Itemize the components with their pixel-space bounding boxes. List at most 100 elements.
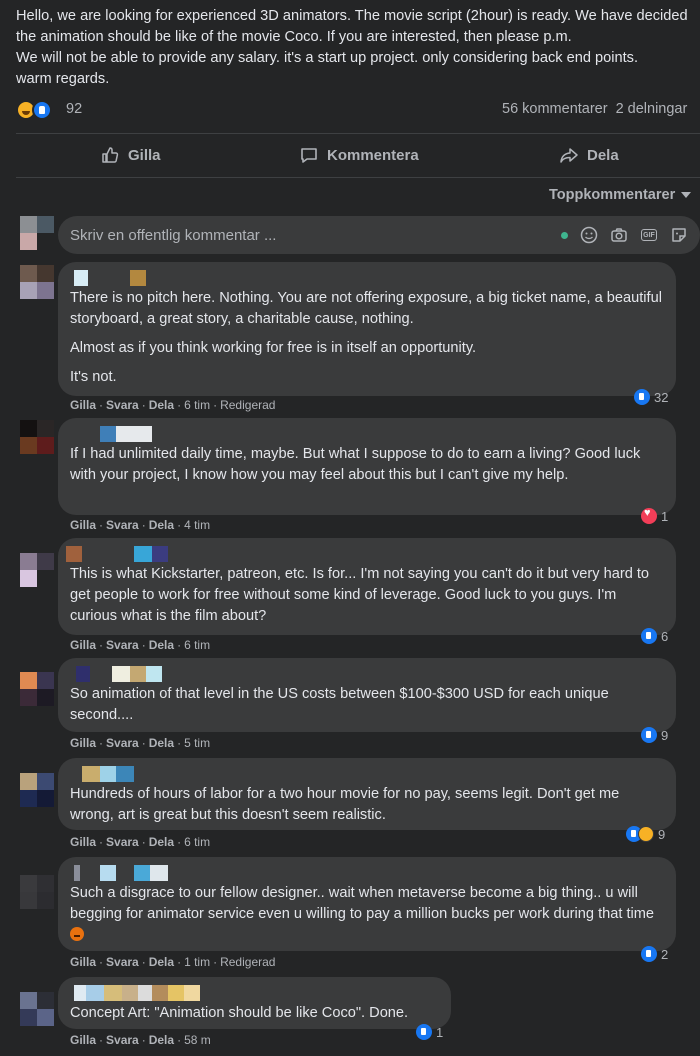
- chevron-down-icon: [681, 192, 692, 198]
- comment-paragraph: This is what Kickstarter, patreon, etc. …: [70, 566, 650, 624]
- comment-bubble[interactable]: Concept Art: "Animation should be like C…: [58, 977, 451, 1029]
- comment-bubble[interactable]: Such a disgrace to our fellow designer..…: [58, 857, 676, 951]
- edited-label: Redigerad: [220, 398, 276, 412]
- comment-share-link[interactable]: Dela: [149, 398, 174, 412]
- comment-meta: Gilla · Svara · Dela · 6 tim: [70, 638, 211, 652]
- sticker-icon[interactable]: [670, 226, 688, 244]
- care-reaction-icon: [638, 826, 654, 842]
- comment-like-link[interactable]: Gilla: [70, 955, 96, 969]
- share-button[interactable]: Dela: [559, 134, 619, 176]
- comment-share-link[interactable]: Dela: [149, 835, 174, 849]
- commenter-name[interactable]: [66, 544, 664, 564]
- comment-reply-link[interactable]: Svara: [106, 955, 139, 969]
- avatar[interactable]: [20, 992, 54, 1026]
- commenter-name[interactable]: [70, 983, 439, 1003]
- comment-share-link[interactable]: Dela: [149, 955, 174, 969]
- avatar[interactable]: [20, 875, 54, 909]
- comments-count[interactable]: 56 kommentarer: [502, 101, 608, 117]
- comment-bubble[interactable]: If I had unlimited daily time, maybe. Bu…: [58, 418, 676, 515]
- reaction-icons[interactable]: [16, 100, 60, 120]
- comment-share-link[interactable]: Dela: [149, 736, 174, 750]
- comment-time[interactable]: 5 tim: [184, 736, 210, 750]
- love-reaction-icon: [641, 507, 657, 524]
- comment-time[interactable]: 6 tim: [184, 835, 210, 849]
- comment-button[interactable]: Kommentera: [299, 134, 419, 176]
- angry-emoji-icon: [70, 927, 84, 941]
- comment-time[interactable]: 1 tim: [184, 955, 210, 969]
- commenter-name[interactable]: [70, 764, 664, 784]
- avatar[interactable]: [20, 265, 54, 299]
- comment-reactions[interactable]: 9: [641, 726, 668, 744]
- post-text: Hello, we are looking for experienced 3D…: [16, 8, 688, 87]
- comment-sort-dropdown[interactable]: Toppkommentarer: [549, 187, 692, 203]
- gif-icon[interactable]: GIF: [640, 226, 658, 244]
- comment-reactions[interactable]: 1: [641, 507, 668, 525]
- avatar[interactable]: [20, 773, 54, 807]
- comment-bubble[interactable]: So animation of that level in the US cos…: [58, 658, 676, 732]
- comment-reply-link[interactable]: Svara: [106, 518, 139, 532]
- comment-reactions[interactable]: 32: [634, 388, 668, 406]
- comment-meta: Gilla · Svara · Dela · 5 tim: [70, 736, 211, 750]
- comment-bubble[interactable]: Hundreds of hours of labor for a two hou…: [58, 758, 676, 830]
- comment-reactions[interactable]: 6: [641, 627, 668, 645]
- comment-like-link[interactable]: Gilla: [70, 398, 96, 412]
- reaction-count: 2: [661, 946, 669, 962]
- comment-like-link[interactable]: Gilla: [70, 736, 96, 750]
- comment-paragraph: Hundreds of hours of labor for a two hou…: [70, 786, 620, 823]
- comment-like-link[interactable]: Gilla: [70, 835, 96, 849]
- comment-reply-link[interactable]: Svara: [106, 638, 139, 652]
- commenter-name[interactable]: [70, 863, 664, 883]
- comment-share-link[interactable]: Dela: [149, 1033, 174, 1047]
- comment-text: This is what Kickstarter, patreon, etc. …: [70, 564, 664, 627]
- avatar[interactable]: [20, 553, 54, 587]
- reaction-count: 6: [661, 628, 669, 644]
- comment-text: Concept Art: "Animation should be like C…: [70, 1003, 439, 1024]
- comment-like-link[interactable]: Gilla: [70, 638, 96, 652]
- camera-icon[interactable]: [610, 226, 628, 244]
- comment-bubble[interactable]: This is what Kickstarter, patreon, etc. …: [58, 538, 676, 635]
- comment-reply-link[interactable]: Svara: [106, 835, 139, 849]
- avatar[interactable]: [20, 420, 54, 454]
- comment-input[interactable]: [70, 216, 540, 254]
- emoji-icon[interactable]: [580, 226, 598, 244]
- comment-time[interactable]: 58 m: [184, 1033, 211, 1047]
- reaction-count: 1: [436, 1024, 444, 1040]
- comment-bubble[interactable]: There is no pitch here. Nothing. You are…: [58, 262, 676, 396]
- comment-reactions[interactable]: 2: [641, 945, 668, 963]
- online-status-dot: [561, 231, 568, 239]
- like-reaction-icon: [641, 628, 657, 644]
- comment-reactions[interactable]: 9: [626, 825, 665, 843]
- comment-time[interactable]: 4 tim: [184, 518, 210, 532]
- comment-share-link[interactable]: Dela: [149, 638, 174, 652]
- comment-like-link[interactable]: Gilla: [70, 518, 96, 532]
- comment-reply-link[interactable]: Svara: [106, 736, 139, 750]
- post-action-bar: Gilla Kommentera Dela: [16, 134, 700, 176]
- avatar[interactable]: [20, 672, 54, 706]
- commenter-name[interactable]: [70, 664, 664, 684]
- comment-like-link[interactable]: Gilla: [70, 1033, 96, 1047]
- comment-meta: Gilla · Svara · Dela · 1 tim · Redigerad: [70, 955, 276, 969]
- post-counts: 56 kommentarer 2 delningar: [502, 101, 695, 117]
- share-arrow-icon: [560, 148, 578, 163]
- reaction-count[interactable]: 92: [66, 101, 82, 117]
- comment-reply-link[interactable]: Svara: [106, 398, 139, 412]
- comment-time[interactable]: 6 tim: [184, 638, 210, 652]
- comment-share-link[interactable]: Dela: [149, 518, 174, 532]
- comment-time[interactable]: 6 tim: [184, 398, 210, 412]
- comment-text: Hundreds of hours of labor for a two hou…: [70, 784, 664, 826]
- comment-composer[interactable]: GIF: [58, 216, 700, 254]
- comment-reactions[interactable]: 1: [416, 1023, 443, 1041]
- sort-label: Toppkommentarer: [549, 187, 676, 203]
- comment-reply-link[interactable]: Svara: [106, 1033, 139, 1047]
- reaction-count: 1: [661, 508, 669, 524]
- comment-paragraph: There is no pitch here. Nothing. You are…: [70, 290, 662, 327]
- commenter-name[interactable]: [70, 268, 664, 288]
- shares-count[interactable]: 2 delningar: [616, 101, 688, 117]
- comment-paragraph: Concept Art: "Animation should be like C…: [70, 1005, 409, 1021]
- like-button[interactable]: Gilla: [100, 134, 161, 176]
- commenter-name[interactable]: [70, 424, 664, 444]
- comment-paragraph: So animation of that level in the US cos…: [70, 686, 609, 723]
- comment-icon: [301, 148, 317, 163]
- comment-label: Kommentera: [327, 146, 419, 164]
- avatar[interactable]: [20, 216, 54, 250]
